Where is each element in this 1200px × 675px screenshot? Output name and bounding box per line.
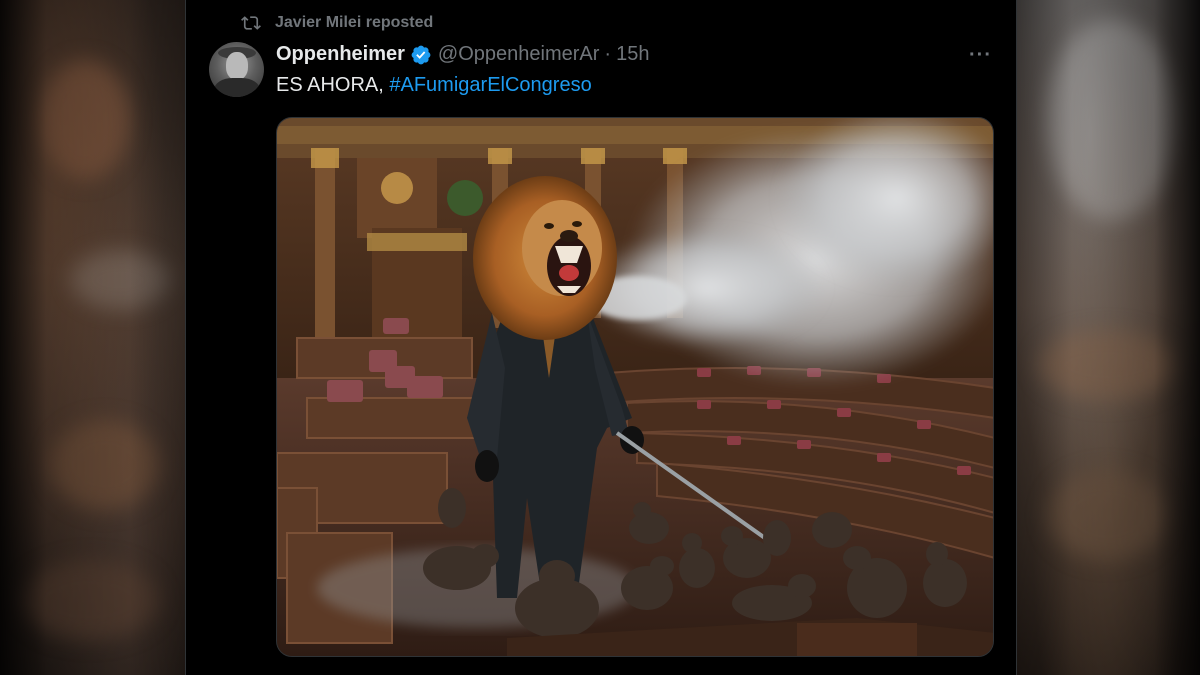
avatar[interactable] — [209, 42, 264, 97]
author-name[interactable]: Oppenheimer — [276, 43, 405, 66]
tweet-text: ES AHORA, #AFumigarElCongreso — [276, 74, 592, 97]
tweet-card[interactable]: Javier Milei reposted Oppenheimer @Oppen… — [185, 0, 1017, 675]
repost-indicator[interactable]: Javier Milei reposted — [241, 13, 433, 33]
verified-badge-icon — [411, 45, 431, 64]
hashtag-link[interactable]: #AFumigarElCongreso — [389, 74, 591, 96]
tweet-text-prefix: ES AHORA, — [276, 74, 384, 96]
timestamp[interactable]: 15h — [616, 43, 649, 66]
repost-label: Javier Milei reposted — [275, 14, 434, 31]
repost-icon — [241, 16, 261, 30]
more-options-icon[interactable]: ··· — [969, 44, 992, 67]
blurred-background-right — [1017, 0, 1200, 675]
tweet-image[interactable] — [276, 117, 994, 657]
tweet-header: Oppenheimer @OppenheimerAr · 15h — [276, 43, 649, 66]
blurred-background-left — [0, 0, 185, 675]
lion-in-congress-illustration — [277, 118, 993, 656]
author-handle[interactable]: @OppenheimerAr — [438, 43, 599, 66]
separator-dot: · — [604, 43, 612, 65]
